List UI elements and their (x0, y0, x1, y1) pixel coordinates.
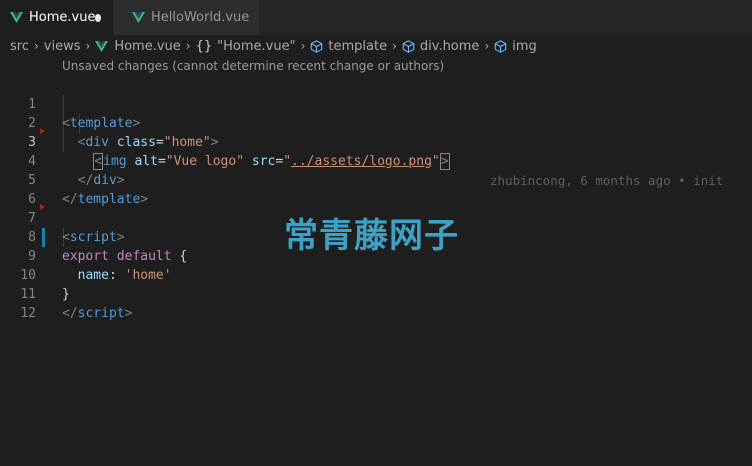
braces-icon: {} (195, 38, 213, 54)
code-line: 11 </script> (0, 266, 752, 321)
codelens-unsaved-changes[interactable]: Unsaved changes (cannot determine recent… (62, 59, 444, 73)
code-line: 12 (0, 285, 752, 321)
chevron-right-icon: › (300, 39, 306, 53)
tab-helloworld-vue[interactable]: HelloWorld.vue (114, 0, 260, 35)
tab-home-vue[interactable]: Home.vue (0, 0, 114, 35)
code-line: 5 </template> (0, 152, 752, 207)
vue-icon (132, 12, 145, 23)
line-number: 12 (20, 306, 36, 321)
tab-label: HelloWorld.vue (151, 10, 250, 25)
code-line: 4 </div> (0, 133, 752, 188)
chevron-right-icon: › (185, 39, 191, 53)
breadcrumb-item-views[interactable]: views (44, 39, 81, 54)
code-editor[interactable]: Unsaved changes (cannot determine recent… (0, 57, 752, 466)
chevron-right-icon: › (484, 39, 490, 53)
tab-bar: Home.vue HelloWorld.vue (0, 0, 752, 35)
vue-icon (95, 40, 109, 52)
cube-icon (402, 39, 415, 53)
breadcrumb-item-file[interactable]: Home.vue (95, 39, 181, 54)
chevron-right-icon: › (85, 39, 91, 53)
breadcrumb-item-img[interactable]: img (494, 39, 537, 54)
breadcrumb-item-module[interactable]: {} "Home.vue" (196, 39, 296, 54)
cube-icon (494, 39, 507, 53)
breadcrumb-item-src[interactable]: src (10, 39, 29, 54)
chevron-right-icon: › (33, 39, 39, 53)
unsaved-dot-icon[interactable] (95, 13, 101, 22)
breadcrumb: src › views › Home.vue › {} "Home.vue" ›… (0, 35, 752, 57)
chevron-right-icon: › (392, 39, 397, 53)
breadcrumb-item-template[interactable]: template (310, 39, 387, 54)
vue-icon (10, 12, 23, 23)
code-line: 6 (0, 171, 752, 207)
watermark-text: 常青藤网子 (284, 216, 459, 256)
code-line: 2 <div class="home"> (0, 95, 752, 150)
code-line: 7 <script> (0, 190, 752, 245)
breadcrumb-item-div-home[interactable]: div.home (402, 39, 479, 54)
code-line-current: 3 <img alt="Vue logo" src="../assets/log… (0, 114, 752, 188)
code-line: 1 <template> (0, 76, 752, 131)
tab-label: Home.vue (29, 10, 96, 25)
cube-icon (311, 39, 323, 53)
